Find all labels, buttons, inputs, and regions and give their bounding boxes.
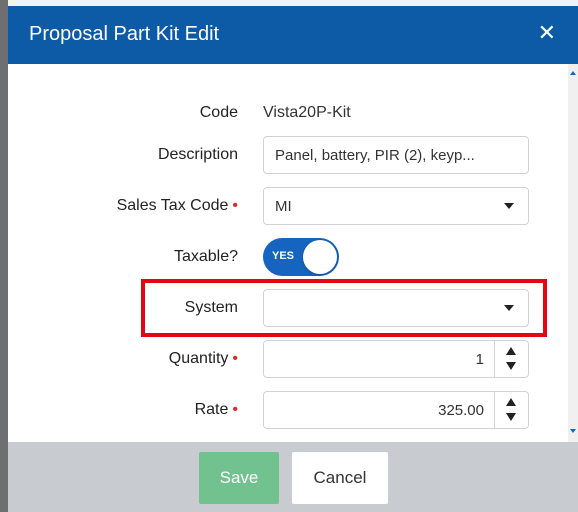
sales-tax-code-label: Sales Tax Code • [117,197,238,215]
sales-tax-code-label-text: Sales Tax Code [116,197,229,214]
quantity-decrement-icon[interactable] [506,362,516,370]
toggle-knob [303,240,337,274]
system-select[interactable] [263,289,529,327]
system-label: System [184,299,238,316]
description-input[interactable]: Panel, battery, PIR (2), keyp... [263,136,529,174]
rate-increment-icon[interactable] [506,398,516,406]
quantity-increment-icon[interactable] [506,347,516,355]
quantity-label: Quantity • [169,350,238,368]
close-icon[interactable]: ✕ [538,22,556,44]
code-label: Code [199,104,238,121]
dialog-titlebar: Proposal Part Kit Edit ✕ [8,6,578,64]
taxable-label: Taxable? [173,248,238,265]
dialog-scrollbar[interactable] [568,64,578,442]
description-label: Description [157,146,238,163]
rate-label-text: Rate [194,401,229,418]
dialog-title: Proposal Part Kit Edit [29,23,220,45]
rate-label: Rate • [195,401,238,419]
cancel-button[interactable]: Cancel [292,452,388,504]
quantity-stepper[interactable]: 1 [263,340,529,378]
rate-stepper[interactable]: 325.00 [263,391,529,429]
required-indicator: • [232,350,238,367]
required-indicator: • [232,197,238,214]
quantity-label-text: Quantity [168,350,229,367]
description-input-value: Panel, battery, PIR (2), keyp... [275,147,475,164]
rate-value: 325.00 [438,402,484,419]
code-value: Vista20P-Kit [263,104,351,121]
rate-spinner [494,392,528,428]
background-left-edge [0,0,8,512]
sales-tax-code-value: MI [275,198,292,215]
rate-decrement-icon[interactable] [506,413,516,421]
quantity-spinner [494,341,528,377]
save-button[interactable]: Save [199,452,279,504]
required-indicator: • [232,401,238,418]
sales-tax-code-select[interactable]: MI [263,187,529,225]
proposal-part-kit-edit-dialog: Proposal Part Kit Edit ✕ Code Vista20P-K… [8,6,578,512]
scroll-up-icon[interactable] [569,69,577,77]
chevron-down-icon [504,305,514,311]
quantity-value: 1 [475,351,484,368]
taxable-toggle-text: YES [272,250,295,262]
scroll-down-icon[interactable] [569,427,577,435]
taxable-toggle[interactable]: YES [263,238,339,276]
chevron-down-icon [504,203,514,209]
